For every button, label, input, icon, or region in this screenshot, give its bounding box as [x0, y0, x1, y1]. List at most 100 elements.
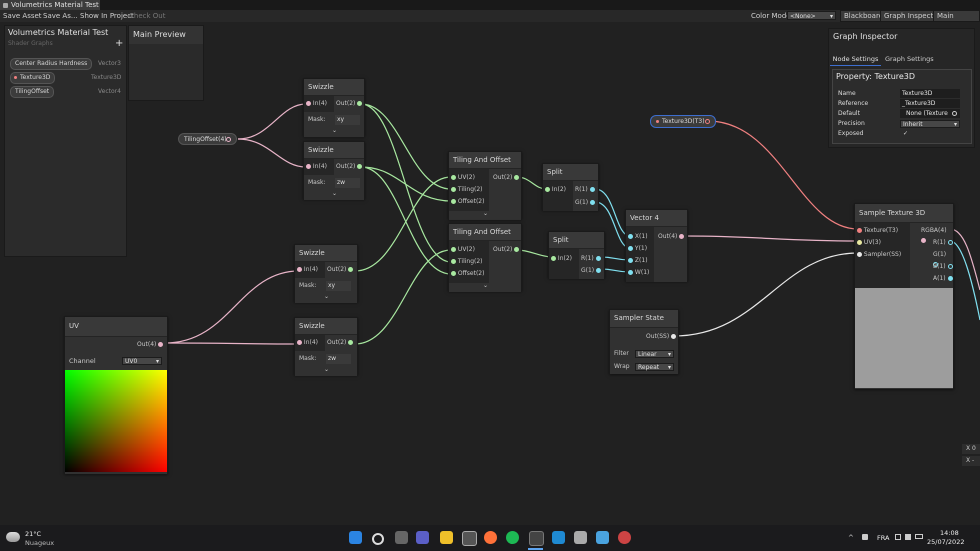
mask-field[interactable]: xy: [335, 115, 360, 125]
tray-chevron-icon[interactable]: ^: [848, 534, 854, 542]
collapse-chevron-icon[interactable]: ⌄: [324, 293, 329, 300]
mask-field[interactable]: zw: [335, 178, 360, 188]
sample-texture-3d-node[interactable]: Sample Texture 3D Texture(T3) UV(3) Samp…: [854, 203, 954, 389]
in-port-icon[interactable]: [306, 164, 311, 169]
clock-date[interactable]: 25/07/2022: [927, 538, 964, 546]
split-node-1[interactable]: Split In(2) R(1) G(1): [542, 163, 599, 211]
split-node-2[interactable]: Split In(2) R(1) G(1): [548, 231, 605, 279]
clock-time[interactable]: 14:08: [940, 529, 959, 537]
in-port-icon[interactable]: [306, 101, 311, 106]
texture3d-property-node[interactable]: Texture3D(T3): [650, 115, 716, 128]
name-field[interactable]: Texture3D: [900, 89, 960, 98]
tab-node-settings[interactable]: Node Settings: [830, 54, 881, 66]
spotify-icon[interactable]: [506, 531, 519, 544]
start-icon[interactable]: [349, 531, 362, 544]
swizzle-node-2[interactable]: Swizzle In(4) Out(2) Mask: zw ⌄: [303, 141, 365, 200]
output-port-icon[interactable]: [226, 137, 231, 142]
x-field[interactable]: X 0: [962, 444, 980, 454]
out-port-icon[interactable]: [348, 267, 354, 272]
tab-graph-settings[interactable]: Graph Settings: [885, 54, 934, 65]
volume-icon[interactable]: [905, 534, 911, 540]
tilingoffset-property-node[interactable]: TilingOffset(4): [178, 133, 237, 145]
collapse-chevron-icon[interactable]: ⌄: [324, 366, 329, 373]
in-port-icon[interactable]: [451, 187, 456, 192]
app-icon[interactable]: [618, 531, 631, 544]
collapse-chevron-icon[interactable]: ⌄: [332, 190, 337, 197]
in-port-icon[interactable]: [628, 246, 633, 251]
unity-editor-icon[interactable]: [529, 531, 544, 546]
default-field[interactable]: None (Texture: [900, 109, 960, 118]
mask-field[interactable]: xy: [326, 281, 351, 291]
collapse-chevron-icon[interactable]: ⌄: [332, 127, 337, 134]
out-port-icon[interactable]: [921, 238, 926, 243]
mask-field[interactable]: zw: [326, 354, 351, 364]
out-port-icon[interactable]: [357, 101, 363, 106]
in-port-icon[interactable]: [451, 271, 456, 276]
in-port-icon[interactable]: [628, 234, 633, 239]
property-pill-center-radius[interactable]: Center Radius Hardness: [10, 58, 93, 70]
search-icon[interactable]: [372, 533, 384, 545]
collapse-chevron-icon[interactable]: ⌄: [483, 282, 488, 289]
battery-icon[interactable]: [915, 534, 923, 539]
swizzle-node-3[interactable]: Swizzle In(4) Out(2) Mask: xy ⌄: [294, 244, 358, 303]
firefox-icon[interactable]: [484, 531, 497, 544]
port-label: Out(2): [327, 339, 347, 346]
document-icon[interactable]: [596, 531, 609, 544]
wifi-icon[interactable]: [895, 534, 901, 540]
swizzle-node-1[interactable]: Swizzle In(4) Out(2) Mask: xy ⌄: [303, 78, 365, 137]
task-view-icon[interactable]: [395, 531, 408, 544]
file-explorer-icon[interactable]: [440, 531, 453, 544]
in-port-icon[interactable]: [551, 256, 556, 261]
collapse-chevron-icon[interactable]: ⌄: [483, 210, 488, 217]
notepad-icon[interactable]: [574, 531, 587, 544]
x-field-2[interactable]: X -: [962, 456, 980, 466]
tiling-and-offset-node-2[interactable]: Tiling And Offset UV(2) Tiling(2) Offset…: [448, 223, 522, 292]
precision-dropdown[interactable]: Inherit: [900, 120, 960, 129]
teams-icon[interactable]: [416, 531, 429, 544]
tray-app-icon[interactable]: [862, 534, 868, 540]
uv-node[interactable]: UV Out(4) Channel UV0: [64, 316, 168, 474]
channel-dropdown[interactable]: UV0: [122, 357, 162, 366]
wrap-dropdown[interactable]: Repeat: [635, 363, 674, 372]
unity-hub-icon[interactable]: [462, 531, 477, 546]
out-port-icon[interactable]: [671, 334, 677, 339]
in-port-icon[interactable]: [451, 259, 456, 264]
filter-dropdown[interactable]: Linear: [635, 350, 674, 359]
out-port-icon[interactable]: [947, 276, 953, 281]
out-port-icon[interactable]: [595, 256, 601, 261]
vector4-node[interactable]: Vector 4 X(1) Y(1) Z(1) W(1) Out(4): [625, 209, 688, 282]
exposed-checkbox[interactable]: ✓: [903, 129, 908, 138]
in-port-icon[interactable]: [857, 240, 862, 245]
object-picker-icon[interactable]: [952, 111, 957, 116]
add-property-button[interactable]: +: [115, 38, 123, 49]
in-port-icon[interactable]: [545, 187, 550, 192]
out-port-icon[interactable]: [158, 342, 164, 347]
swizzle-node-4[interactable]: Swizzle In(4) Out(2) Mask: zw ⌄: [294, 317, 358, 376]
in-port-icon[interactable]: [451, 199, 456, 204]
in-port-icon[interactable]: [857, 228, 862, 233]
input-language[interactable]: FRA: [877, 534, 889, 542]
in-port-icon[interactable]: [857, 252, 862, 257]
out-port-icon[interactable]: [596, 268, 602, 273]
out-port-icon[interactable]: [514, 247, 520, 252]
property-pill-tilingoffset[interactable]: TilingOffset: [10, 86, 55, 98]
out-port-icon[interactable]: [514, 175, 520, 180]
in-port-icon[interactable]: [297, 267, 302, 272]
sampler-state-node[interactable]: Sampler State Out(SS) Filter Linear Wrap…: [609, 309, 679, 374]
out-port-icon[interactable]: [590, 200, 596, 205]
in-port-icon[interactable]: [628, 270, 633, 275]
out-port-icon[interactable]: [348, 340, 354, 345]
out-port-icon[interactable]: [947, 240, 953, 245]
vscode-icon[interactable]: [552, 531, 565, 544]
out-port-icon[interactable]: [589, 187, 595, 192]
in-port-icon[interactable]: [628, 258, 633, 263]
in-port-icon[interactable]: [297, 340, 302, 345]
in-port-icon[interactable]: [451, 247, 456, 252]
in-port-icon[interactable]: [451, 175, 456, 180]
out-port-icon[interactable]: [357, 164, 363, 169]
reference-field[interactable]: _Texture3D: [900, 99, 960, 108]
out-port-icon[interactable]: [947, 264, 953, 269]
output-port-icon[interactable]: [705, 119, 710, 124]
out-port-icon[interactable]: [679, 234, 685, 239]
tiling-and-offset-node-1[interactable]: Tiling And Offset UV(2) Tiling(2) Offset…: [448, 151, 522, 220]
